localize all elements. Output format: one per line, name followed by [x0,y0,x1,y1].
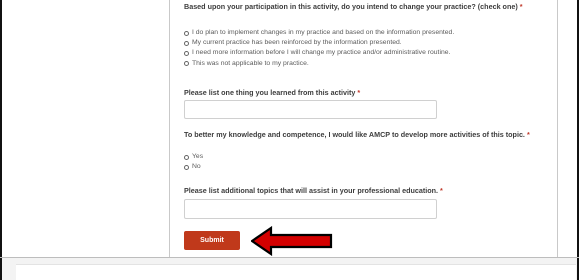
question-learned: Please list one thing you learned from t… [184,88,360,97]
radio-option-no[interactable]: No [184,162,203,172]
required-mark: * [357,88,361,97]
radio-option-yes[interactable]: Yes [184,152,203,162]
required-mark: * [440,186,443,195]
radio-option-label: Yes [192,153,204,160]
practice-change-options: I do plan to implement changes in my pra… [184,28,454,69]
radio-option[interactable]: I need more information before I will ch… [184,48,454,58]
radio-option-label: I do plan to implement changes in my pra… [192,29,455,36]
radio-option-label: My current practice has been reinforced … [192,39,402,47]
learned-input[interactable] [184,100,437,119]
content-divider-right [557,0,558,258]
additional-topics-input[interactable] [184,199,437,219]
question-more-activities: To better my knowledge and competence, I… [184,130,550,139]
radio-circle-icon[interactable] [184,154,189,160]
radio-option-label: I need more information before I will ch… [192,49,451,57]
radio-circle-icon[interactable] [184,61,189,67]
required-mark: * [526,130,530,139]
question-learned-label: Please list one thing you learned from t… [184,88,356,97]
radio-option-label: No [192,163,201,171]
radio-circle-icon[interactable] [184,30,189,36]
radio-option[interactable]: This was not applicable to my practice. [184,59,454,69]
question-practice-change-label: Based upon your participation in this ac… [184,2,518,11]
required-mark: * [519,2,523,11]
radio-circle-icon[interactable] [184,40,189,46]
submit-button[interactable]: Submit [184,231,240,250]
radio-option-label: This was not applicable to my practice. [192,59,309,67]
more-activities-options: Yes No [184,152,203,172]
question-more-activities-label: To better my knowledge and competence, I… [184,130,525,139]
radio-option[interactable]: I do plan to implement changes in my pra… [184,28,454,38]
question-additional-topics-label: Please list additional topics that will … [184,186,439,195]
red-arrow-icon [251,226,333,256]
footer-panel [16,264,576,280]
content-divider-left [169,0,170,258]
question-additional-topics: Please list additional topics that will … [184,186,443,195]
radio-circle-icon[interactable] [184,51,189,56]
question-practice-change: Based upon your participation in this ac… [184,2,544,11]
radio-option[interactable]: My current practice has been reinforced … [184,38,454,48]
radio-circle-icon[interactable] [184,164,189,170]
